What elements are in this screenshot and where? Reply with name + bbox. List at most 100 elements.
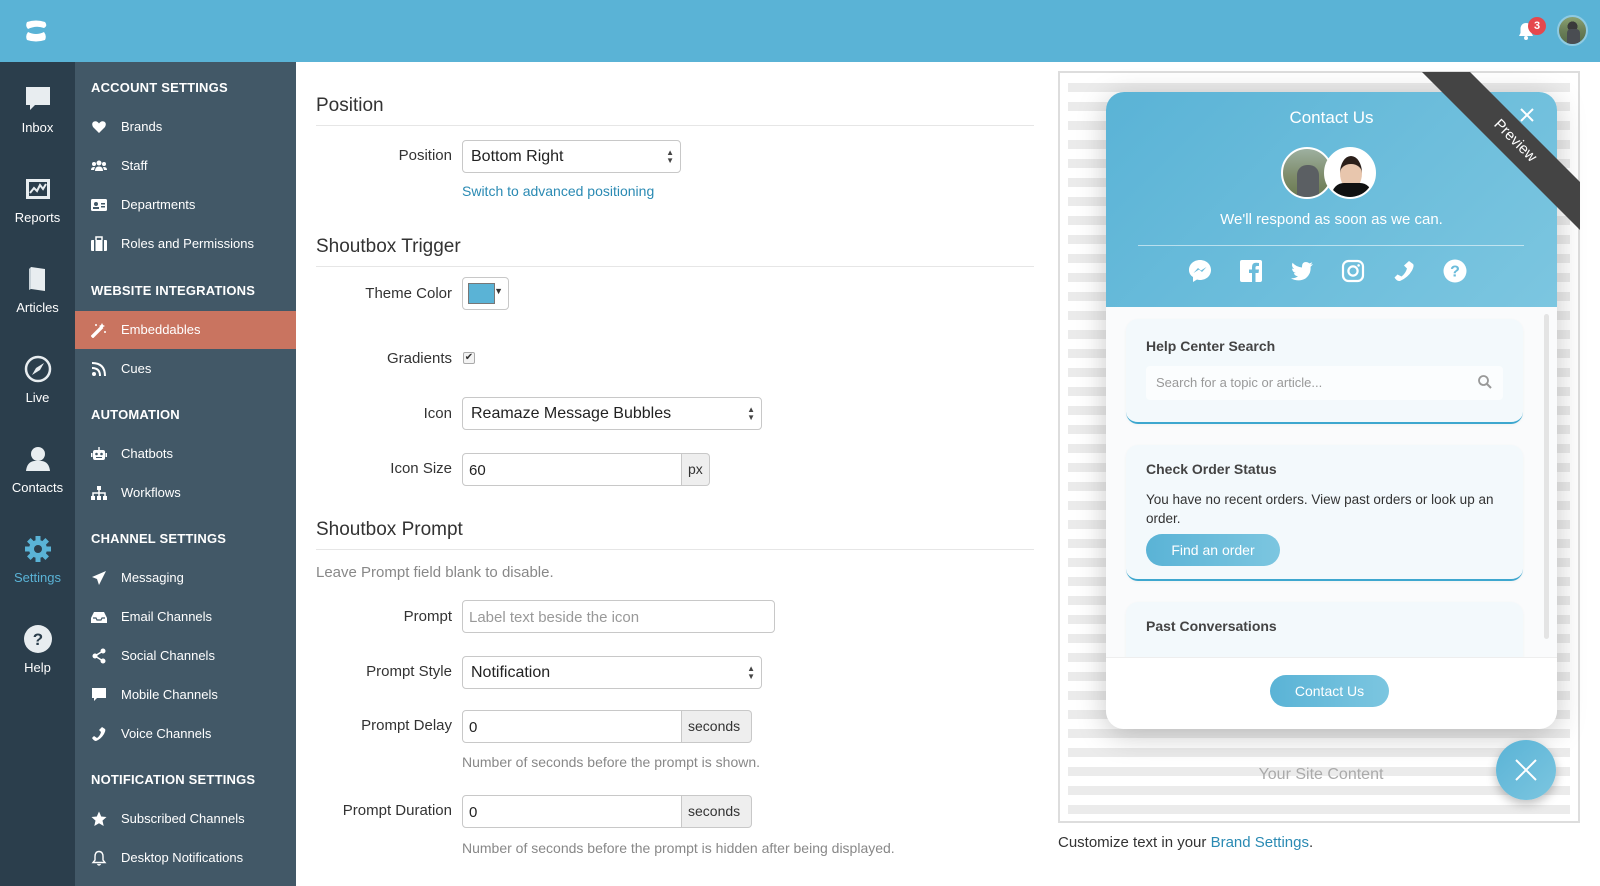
help-center-search-input[interactable]: Search for a topic or article... <box>1146 366 1503 400</box>
sidebar-item-label: Cues <box>121 361 152 376</box>
sidebar-item-label: Roles and Permissions <box>121 236 254 251</box>
rail-item-articles[interactable]: Articles <box>0 264 75 344</box>
sidebar-item-label: Voice Channels <box>121 726 212 741</box>
sidebar-item-social-channels[interactable]: Social Channels <box>75 637 296 675</box>
gradients-checkbox[interactable]: ✔ <box>463 352 475 364</box>
icon-select-value: Reamaze Message Bubbles <box>471 405 672 422</box>
sidebar-item-chatbots[interactable]: Chatbots <box>75 435 296 473</box>
sidebar-item-voice-channels[interactable]: Voice Channels <box>75 715 296 753</box>
star-icon <box>91 811 107 826</box>
icon-size-unit: px <box>682 453 710 486</box>
select-arrows-icon: ▲ ▼ <box>747 405 755 422</box>
icon-select[interactable]: Reamaze Message Bubbles ▲ ▼ <box>462 397 762 430</box>
position-select[interactable]: Bottom Right ▲ ▼ <box>462 140 681 173</box>
select-arrows-icon: ▲ ▼ <box>666 148 674 165</box>
sidebar-item-label: Desktop Notifications <box>121 850 244 865</box>
rail-item-help[interactable]: ? Help <box>0 624 75 704</box>
brand-settings-link[interactable]: Brand Settings <box>1211 834 1309 851</box>
advanced-positioning-link[interactable]: Switch to advanced positioning <box>462 183 654 199</box>
book-icon <box>28 267 45 291</box>
app-nav-rail: Inbox Reports Articles Live Contacts Set… <box>0 62 75 886</box>
contact-us-button[interactable]: Contact Us <box>1270 675 1389 707</box>
heart-icon <box>92 121 106 133</box>
instagram-icon[interactable] <box>1340 258 1366 284</box>
notifications-count-badge: 3 <box>1528 17 1546 35</box>
sidebar-item-label: Brands <box>121 119 163 134</box>
sidebar-item-subscribed-channels[interactable]: Subscribed Channels <box>75 800 296 838</box>
twitter-icon[interactable] <box>1289 258 1315 284</box>
sidebar-item-departments[interactable]: Departments <box>75 186 296 224</box>
past-conversations-title: Past Conversations <box>1146 618 1277 634</box>
rail-item-label: Articles <box>16 300 59 315</box>
rail-item-label: Settings <box>14 570 61 585</box>
sidebar-item-roles-and-permissions[interactable]: Roles and Permissions <box>75 225 296 263</box>
sidebar-item-workflows[interactable]: Workflows <box>75 474 296 512</box>
prompt-duration-label: Prompt Duration <box>342 802 452 819</box>
sidebar-item-cues[interactable]: Cues <box>75 350 296 388</box>
prompt-label: Prompt <box>403 608 452 625</box>
prompt-duration-input[interactable]: 0 <box>462 795 682 828</box>
sidebar-item-mobile-channels[interactable]: Mobile Channels <box>75 676 296 714</box>
sidebar-item-brands[interactable]: Brands <box>75 108 296 146</box>
widget-scrollbar[interactable] <box>1544 314 1549 639</box>
prompt-style-select-value: Notification <box>471 664 551 681</box>
section-heading-shoutbox-prompt: Shoutbox Prompt <box>316 519 1034 550</box>
inbox-tray-icon <box>91 612 107 623</box>
sidebar-item-label: Chatbots <box>121 446 174 461</box>
prompt-delay-input[interactable]: 0 <box>462 710 682 743</box>
bell-icon <box>91 850 107 866</box>
close-icon[interactable] <box>1518 106 1536 124</box>
phone-icon <box>92 727 106 741</box>
facebook-icon[interactable] <box>1238 258 1264 284</box>
shoutbox-launcher-button[interactable] <box>1496 740 1556 800</box>
rail-item-contacts[interactable]: Contacts <box>0 444 75 524</box>
prompt-duration-unit: seconds <box>682 795 752 828</box>
section-heading-automation: AUTOMATION <box>91 407 180 422</box>
prompt-delay-label: Prompt Delay <box>361 717 452 734</box>
sidebar-item-desktop-notifications[interactable]: Desktop Notifications <box>75 839 296 877</box>
compass-icon <box>24 355 51 383</box>
section-heading-shoutbox-trigger: Shoutbox Trigger <box>316 236 1034 267</box>
sidebar-item-label: Social Channels <box>121 648 215 663</box>
help-center-search-title: Help Center Search <box>1146 338 1276 354</box>
theme-color-picker[interactable]: ▼ <box>462 277 509 310</box>
customize-text-note: Customize text in your Brand Settings. <box>1058 834 1313 851</box>
question-circle-icon[interactable]: ? <box>1442 258 1468 284</box>
check-order-status-text: You have no recent orders. View past ord… <box>1146 492 1494 526</box>
rail-item-live[interactable]: Live <box>0 354 75 434</box>
sidebar-item-label: Embeddables <box>121 322 201 337</box>
phone-icon[interactable] <box>1391 258 1417 284</box>
rail-item-settings[interactable]: Settings <box>0 534 75 614</box>
rail-item-label: Live <box>25 390 50 405</box>
rail-item-inbox[interactable]: Inbox <box>0 84 75 164</box>
sidebar-item-email-channels[interactable]: Email Channels <box>75 598 296 636</box>
sidebar-item-embeddables[interactable]: Embeddables <box>75 311 296 349</box>
icon-size-input[interactable]: 60 <box>462 453 682 486</box>
prompt-delay-unit: seconds <box>682 710 752 743</box>
reamaze-logo-icon[interactable] <box>24 20 48 42</box>
prompt-style-select[interactable]: Notification ▲ ▼ <box>462 656 762 689</box>
sidebar-item-staff[interactable]: Staff <box>75 147 296 185</box>
section-heading-position: Position <box>316 95 1034 126</box>
person-icon <box>25 447 50 471</box>
rss-icon <box>91 362 106 377</box>
messenger-icon[interactable] <box>1187 258 1213 284</box>
chart-icon <box>25 179 50 199</box>
rail-item-label: Reports <box>14 210 61 225</box>
svg-text:?: ? <box>1450 264 1460 281</box>
prompt-input[interactable]: Label text beside the icon <box>462 600 775 633</box>
dropdown-arrow-icon: ▼ <box>494 286 503 296</box>
sidebar-item-label: Email Channels <box>121 609 213 624</box>
prompt-duration-help: Number of seconds before the prompt is h… <box>462 840 895 856</box>
prompt-note: Leave Prompt field blank to disable. <box>316 564 554 581</box>
rail-item-label: Inbox <box>21 120 54 135</box>
prompt-delay-help: Number of seconds before the prompt is s… <box>462 754 761 770</box>
gear-icon <box>24 536 51 562</box>
section-heading-account-settings: ACCOUNT SETTINGS <box>91 80 228 95</box>
sidebar-item-messaging[interactable]: Messaging <box>75 559 296 597</box>
find-an-order-button[interactable]: Find an order <box>1146 534 1280 566</box>
rail-item-reports[interactable]: Reports <box>0 174 75 254</box>
sidebar-item-label: Departments <box>121 197 196 212</box>
user-avatar[interactable] <box>1557 15 1588 46</box>
sidebar-item-label: Staff <box>121 158 148 173</box>
